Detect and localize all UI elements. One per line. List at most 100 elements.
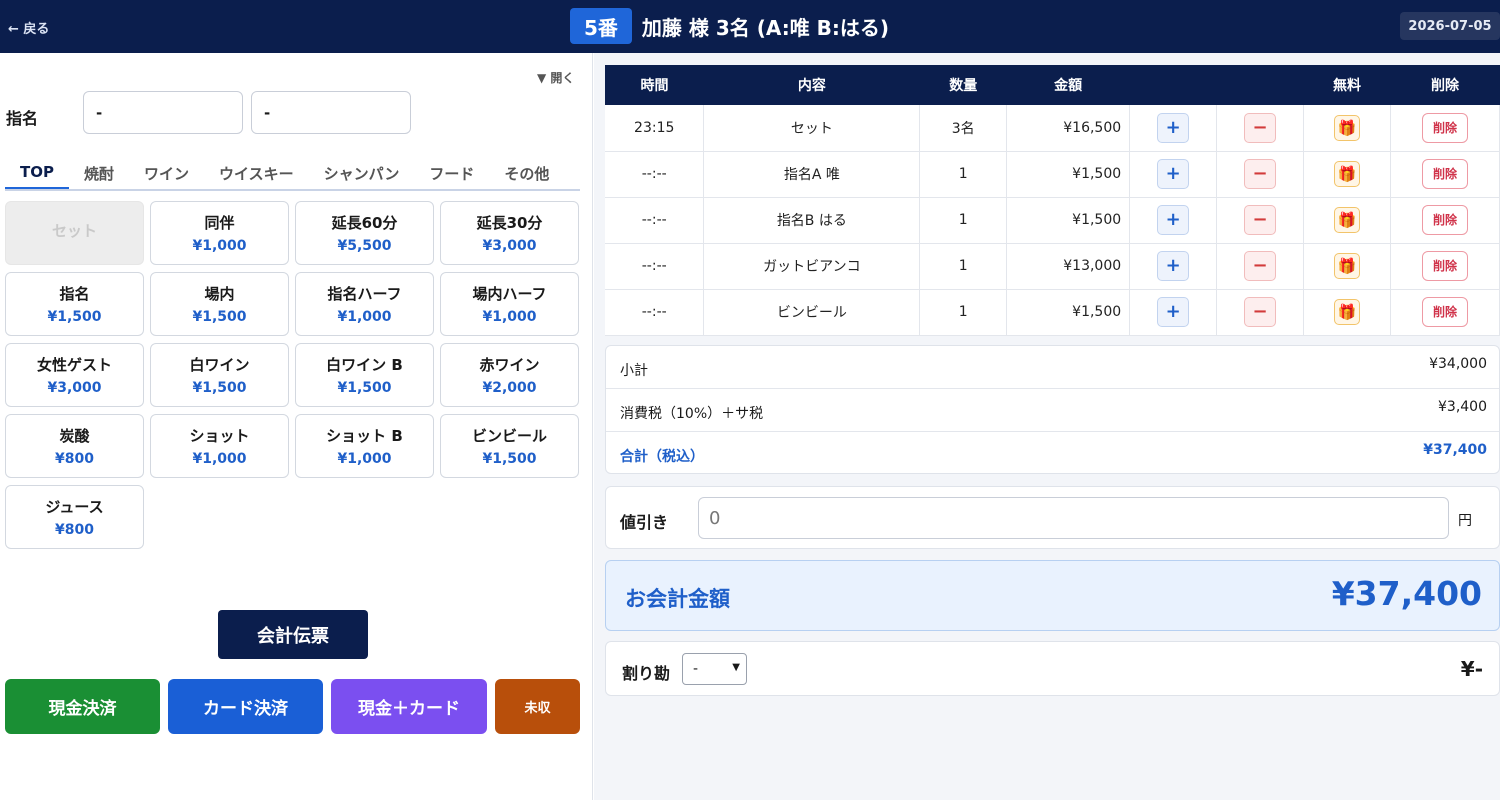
tab-wine[interactable]: ワイン [129,157,204,189]
cash-card-payment-button[interactable]: 現金＋カード [331,679,487,734]
menu-item[interactable]: 赤ワイン ¥2,000 [440,343,579,407]
subtotal-value: ¥34,000 [1429,356,1487,372]
gift-icon[interactable]: 🎁 [1334,114,1361,141]
menu-item-price: ¥1,000 [192,238,247,254]
order-amount: ¥16,500 [1006,105,1131,152]
discount-input[interactable]: 0 [698,497,1449,539]
delete-cell: 削除 [1390,243,1500,290]
order-content: 指名B はる [703,197,921,244]
menu-item[interactable]: 白ワイン B ¥1,500 [295,343,434,407]
menu-item[interactable]: 炭酸 ¥800 [5,414,144,478]
delete-button[interactable]: 削除 [1422,112,1468,143]
menu-item-price: ¥3,000 [47,380,102,396]
order-panel: 時間 内容 数量 金額 無料 削除 23:15 セット 3名 ¥16,500 +… [594,53,1500,800]
delete-button[interactable]: 削除 [1422,251,1468,281]
plus-cell: + [1129,197,1218,244]
title-area: 5番 加藤 様 3名 (A:唯 B:はる) [570,8,889,44]
table-row: --:-- 指名A 唯 1 ¥1,500 + − 🎁 削除 [605,151,1500,198]
order-amount: ¥13,000 [1006,243,1131,290]
menu-item-name: 同伴 [204,214,235,232]
decrement-button[interactable]: − [1244,251,1277,281]
menu-item[interactable]: 指名ハーフ ¥1,000 [295,272,434,336]
decrement-button[interactable]: − [1244,112,1277,143]
col-content: 内容 [703,65,920,105]
cash-payment-button[interactable]: 現金決済 [5,679,160,734]
menu-item[interactable]: 白ワイン ¥1,500 [150,343,289,407]
increment-button[interactable]: + [1157,159,1190,189]
menu-item[interactable]: 同伴 ¥1,000 [150,201,289,265]
tab-food[interactable]: フード [414,157,489,189]
shimei-a-select[interactable]: - [83,91,243,134]
menu-item[interactable]: ショット B ¥1,000 [295,414,434,478]
free-cell: 🎁 [1303,243,1391,290]
menu-item-name: ビンビール [471,427,547,445]
increment-button[interactable]: + [1157,297,1190,327]
discount-label: 値引き [620,513,669,532]
menu-item-name: 炭酸 [59,427,90,445]
split-select[interactable]: - ▼ [682,653,747,685]
tax-row: 消費税（10%）＋サ税 ¥3,400 [606,389,1499,432]
menu-item-name: 白ワイン B [326,356,403,374]
decrement-button[interactable]: − [1244,297,1277,327]
tab-other[interactable]: その他 [489,157,564,189]
menu-item-price: ¥1,500 [192,380,247,396]
menu-item[interactable]: 延長30分 ¥3,000 [440,201,579,265]
table-row: --:-- ガットビアンコ 1 ¥13,000 + − 🎁 削除 [605,243,1500,290]
menu-item[interactable]: ビンビール ¥1,500 [440,414,579,478]
menu-item-price: ¥5,500 [337,238,392,254]
increment-button[interactable]: + [1157,205,1190,235]
menu-item[interactable]: ショット ¥1,000 [150,414,289,478]
delete-cell: 削除 [1390,197,1500,244]
gift-icon[interactable]: 🎁 [1334,161,1361,187]
increment-button[interactable]: + [1157,251,1190,281]
receipt-slip-button[interactable]: 会計伝票 [218,610,368,659]
split-amount: ¥- [1460,657,1483,681]
order-amount: ¥1,500 [1006,197,1131,244]
gift-icon[interactable]: 🎁 [1334,207,1361,233]
tab-top[interactable]: TOP [5,157,69,189]
tab-whisky[interactable]: ウイスキー [204,157,309,189]
col-plus [1129,65,1217,105]
menu-item[interactable]: セット [5,201,144,265]
delete-button[interactable]: 削除 [1422,297,1468,327]
card-payment-button[interactable]: カード決済 [168,679,323,734]
menu-item[interactable]: 場内ハーフ ¥1,000 [440,272,579,336]
menu-item[interactable]: 場内 ¥1,500 [150,272,289,336]
table-number-badge: 5番 [570,8,632,44]
shimei-label: 指名 [6,109,39,128]
total-row: 合計（税込） ¥37,400 [606,432,1499,475]
menu-item-price: ¥1,000 [482,309,537,325]
minus-cell: − [1216,289,1305,336]
increment-button[interactable]: + [1157,112,1190,143]
menu-item-name: 白ワイン [189,356,250,374]
decrement-button[interactable]: − [1244,159,1277,189]
gift-icon[interactable]: 🎁 [1334,253,1361,279]
menu-item[interactable]: 延長60分 ¥5,500 [295,201,434,265]
shimei-b-select[interactable]: - [251,91,411,134]
order-content: ガットビアンコ [703,243,921,290]
menu-item[interactable]: 女性ゲスト ¥3,000 [5,343,144,407]
order-qty: 1 [919,197,1008,244]
menu-item-price: ¥800 [55,451,94,467]
tab-shochu[interactable]: 焼酎 [69,157,129,189]
menu-item-price: ¥1,500 [192,309,247,325]
subtotal-label: 小計 [620,363,648,379]
gift-icon[interactable]: 🎁 [1334,299,1361,325]
order-time: 23:15 [605,105,705,152]
order-qty: 1 [919,289,1008,336]
delete-button[interactable]: 削除 [1422,159,1468,189]
menu-item-name: セット [51,222,97,240]
order-table-header: 時間 内容 数量 金額 無料 削除 [605,65,1500,105]
date-chip: 2026-07-05 [1400,12,1500,40]
menu-item[interactable]: 指名 ¥1,500 [5,272,144,336]
delete-button[interactable]: 削除 [1422,205,1468,235]
expand-toggle[interactable]: ▼ 開く [537,69,574,86]
total-value: ¥37,400 [1423,442,1487,458]
unpaid-button[interactable]: 未収 [495,679,580,734]
menu-item[interactable]: ジュース ¥800 [5,485,144,549]
back-button[interactable]: ← 戻る [8,18,49,37]
decrement-button[interactable]: − [1244,205,1277,235]
tab-champagne[interactable]: シャンパン [309,157,415,189]
split-label: 割り勘 [622,664,671,683]
menu-item-name: 延長60分 [331,214,398,232]
